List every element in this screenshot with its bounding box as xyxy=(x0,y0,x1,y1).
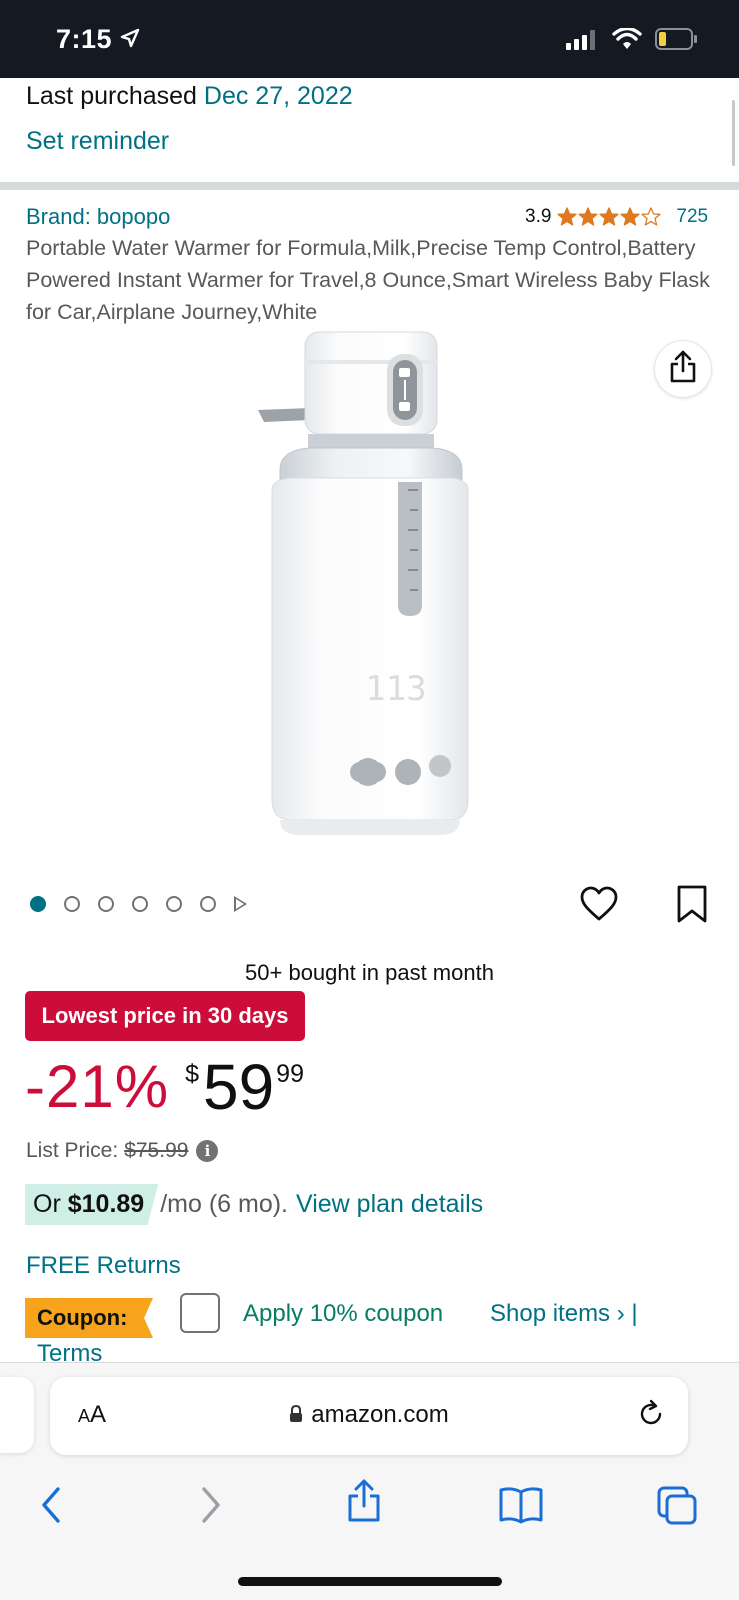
rating-value: 3.9 xyxy=(525,206,552,227)
last-purchased-date[interactable]: Dec 27, 2022 xyxy=(204,82,353,110)
price: -21% $ 59 99 xyxy=(25,1052,304,1122)
list-price-label: List Price: xyxy=(26,1139,119,1162)
coupon-tag: Coupon: xyxy=(25,1298,153,1338)
discount-percent: -21% xyxy=(25,1053,170,1120)
rating-count[interactable]: 725 xyxy=(676,206,708,228)
lock-icon xyxy=(289,1402,303,1430)
bookmark-icon[interactable] xyxy=(676,884,708,929)
carousel-dot[interactable] xyxy=(132,896,148,912)
carousel-play-icon[interactable] xyxy=(234,896,247,912)
wifi-icon xyxy=(612,26,642,55)
payment-plan: Or $10.89 /mo (6 mo). View plan details xyxy=(25,1184,483,1225)
info-icon[interactable]: i xyxy=(196,1140,219,1162)
scrollbar[interactable] xyxy=(732,100,735,166)
share-icon xyxy=(668,350,698,389)
price-whole: 59 xyxy=(202,1051,275,1123)
bought-in-past-month: 50+ bought in past month xyxy=(245,960,494,985)
star-icon xyxy=(557,207,578,226)
rating-stars xyxy=(557,207,662,227)
set-reminder-link[interactable]: Set reminder xyxy=(26,127,169,156)
last-purchased: Last purchased Dec 27, 2022 xyxy=(26,82,353,111)
price-currency: $ xyxy=(185,1060,199,1088)
shop-items-link[interactable]: Shop items › | xyxy=(490,1300,638,1328)
star-icon xyxy=(599,207,620,226)
carousel-dot[interactable] xyxy=(200,896,216,912)
plan-term: /mo (6 mo). xyxy=(160,1190,288,1218)
carousel-dot[interactable] xyxy=(166,896,182,912)
forward-icon[interactable] xyxy=(196,1485,224,1530)
star-icon xyxy=(620,207,641,226)
price-fraction: 99 xyxy=(276,1060,304,1088)
previous-tab-peek[interactable] xyxy=(0,1377,34,1453)
address-bar[interactable]: AA amazon.com xyxy=(50,1377,688,1455)
view-plan-details-link[interactable]: View plan details xyxy=(296,1190,483,1219)
section-divider xyxy=(0,182,739,190)
back-icon[interactable] xyxy=(38,1485,66,1530)
carousel-dot[interactable] xyxy=(98,896,114,912)
signal-icon xyxy=(566,30,598,55)
apply-coupon-label[interactable]: Apply 10% coupon xyxy=(243,1300,443,1328)
url-display[interactable]: amazon.com xyxy=(50,1401,688,1430)
url-text: amazon.com xyxy=(311,1401,449,1428)
tabs-icon[interactable] xyxy=(656,1485,698,1530)
plan-or: Or xyxy=(33,1190,61,1218)
location-arrow-icon xyxy=(120,28,140,53)
coupon-checkbox[interactable] xyxy=(180,1293,220,1333)
rating[interactable]: 3.9 725 xyxy=(525,206,708,228)
plan-amount: $10.89 xyxy=(67,1190,145,1218)
carousel-dot[interactable] xyxy=(64,896,80,912)
lowest-price-badge: Lowest price in 30 days xyxy=(25,991,305,1041)
heart-icon[interactable] xyxy=(580,886,618,927)
status-bar: 7:15 xyxy=(0,0,739,78)
plan-pill: Or $10.89 xyxy=(25,1184,159,1225)
image-carousel-dots[interactable] xyxy=(30,896,247,912)
home-indicator[interactable] xyxy=(238,1577,502,1586)
bookmarks-icon[interactable] xyxy=(498,1485,544,1530)
last-purchased-label: Last purchased xyxy=(26,82,197,110)
list-price-value: $75.99 xyxy=(124,1139,189,1162)
share-button[interactable] xyxy=(654,340,712,398)
carousel-dot[interactable] xyxy=(30,896,46,912)
battery-icon xyxy=(655,28,699,55)
product-title: Portable Water Warmer for Formula,Milk,P… xyxy=(26,236,710,324)
free-returns-link[interactable]: FREE Returns xyxy=(26,1252,181,1280)
star-icon xyxy=(578,207,599,226)
product-image[interactable]: 113 xyxy=(250,330,490,860)
display-reading: 113 xyxy=(365,669,426,709)
browser-toolbar: AA amazon.com xyxy=(0,1362,739,1600)
brand-link[interactable]: Brand: bopopo xyxy=(26,204,170,230)
safari-share-icon[interactable] xyxy=(346,1479,382,1528)
status-time: 7:15 xyxy=(56,24,113,54)
reload-icon[interactable] xyxy=(636,1399,666,1434)
star-icon xyxy=(641,207,662,226)
list-price: List Price: $75.99 i xyxy=(26,1139,219,1163)
